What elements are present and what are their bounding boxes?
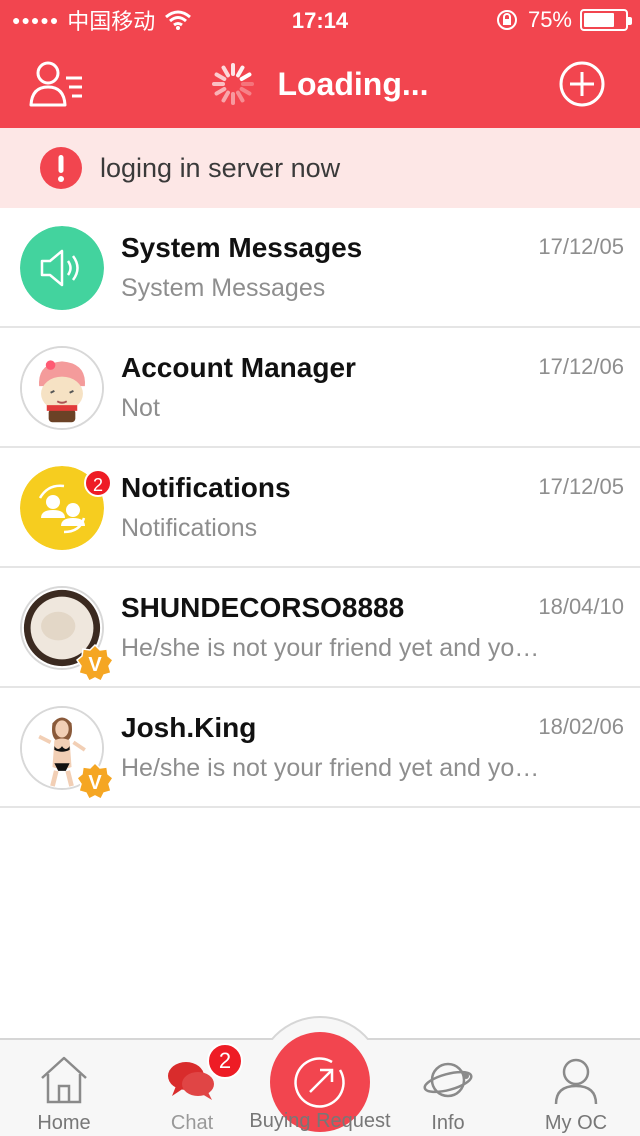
spinner-spoke xyxy=(221,65,231,78)
chat-unread-badge: 2 xyxy=(207,1043,243,1079)
conversation-preview: He/she is not your friend yet and you ca… xyxy=(121,634,551,662)
home-icon xyxy=(41,1056,87,1104)
conversation-preview: He/she is not your friend yet and you ca… xyxy=(121,754,551,782)
page-title: Loading... xyxy=(277,65,429,102)
spinner-spoke xyxy=(214,87,227,96)
conversation-row[interactable]: Notifications Notifications 17/12/05 xyxy=(0,448,640,568)
tab-label: My OC xyxy=(544,1112,608,1134)
conversation-date: 17/12/05 xyxy=(538,474,624,499)
spinner-spoke xyxy=(221,90,231,103)
arrow-circle-icon xyxy=(294,1057,345,1108)
verified-badge-letter: V xyxy=(88,772,102,794)
tab-label: Buying Request xyxy=(249,1110,391,1132)
conversation-name: Account Manager xyxy=(121,352,356,383)
verified-badge-letter: V xyxy=(88,654,102,676)
status-bar: ●●●●● 中国移动 17:14 75% xyxy=(0,0,640,40)
alert-icon xyxy=(40,147,82,189)
conversation-row[interactable]: Account Manager Not 17/12/06 xyxy=(0,328,640,448)
conversation-preview: Not xyxy=(121,394,160,422)
unread-badge: 2 xyxy=(84,469,112,497)
conversation-row[interactable]: System Messages System Messages 17/12/05 xyxy=(0,208,640,328)
loading-spinner-icon xyxy=(212,63,255,105)
verified-badge-icon: V xyxy=(76,644,114,682)
person-icon xyxy=(554,1058,598,1105)
spinner-spoke xyxy=(240,87,252,96)
conversation-date: 18/04/10 xyxy=(538,594,624,619)
conversation-name: SHUNDECORSO8888 xyxy=(121,592,405,623)
battery-tip xyxy=(628,17,632,25)
conversation-date: 17/12/05 xyxy=(538,234,624,259)
nav-center: Loading... xyxy=(0,63,640,105)
tab-label: Home xyxy=(37,1112,91,1134)
conversation-preview: Notifications xyxy=(121,514,258,542)
nav-bar: Loading... xyxy=(0,40,640,128)
planet-icon xyxy=(423,1062,473,1098)
add-circle-icon[interactable] xyxy=(558,60,606,108)
spinner-spoke xyxy=(236,65,245,78)
battery-percent: 75% xyxy=(527,7,572,32)
conversation-date: 18/02/06 xyxy=(538,714,624,739)
spinner-spoke xyxy=(240,72,252,81)
spinner-spoke xyxy=(236,90,245,103)
tab-my-oc[interactable]: My OC xyxy=(512,1040,640,1136)
conversation-name: Notifications xyxy=(121,472,291,503)
conversation-list: System Messages System Messages 17/12/05… xyxy=(0,208,640,808)
conversation-name: System Messages xyxy=(121,232,363,263)
conversation-name: Josh.King xyxy=(121,712,257,743)
verified-badge-icon: V xyxy=(76,762,114,800)
battery-fill xyxy=(584,13,614,27)
battery-icon xyxy=(580,9,632,31)
header: ●●●●● 中国移动 17:14 75% Loading... xyxy=(0,0,640,128)
rotation-lock-icon xyxy=(496,10,517,30)
connection-banner: loging in server now xyxy=(0,128,640,208)
tab-home[interactable]: Home xyxy=(0,1040,128,1136)
status-right: 75% xyxy=(496,7,632,32)
cartoon-avatar xyxy=(20,346,104,430)
conversation-preview: System Messages xyxy=(121,274,326,302)
conversation-date: 17/12/06 xyxy=(538,354,624,379)
spinner-spoke xyxy=(214,72,227,81)
banner-message: loging in server now xyxy=(100,152,341,183)
speaker-icon xyxy=(20,226,104,310)
